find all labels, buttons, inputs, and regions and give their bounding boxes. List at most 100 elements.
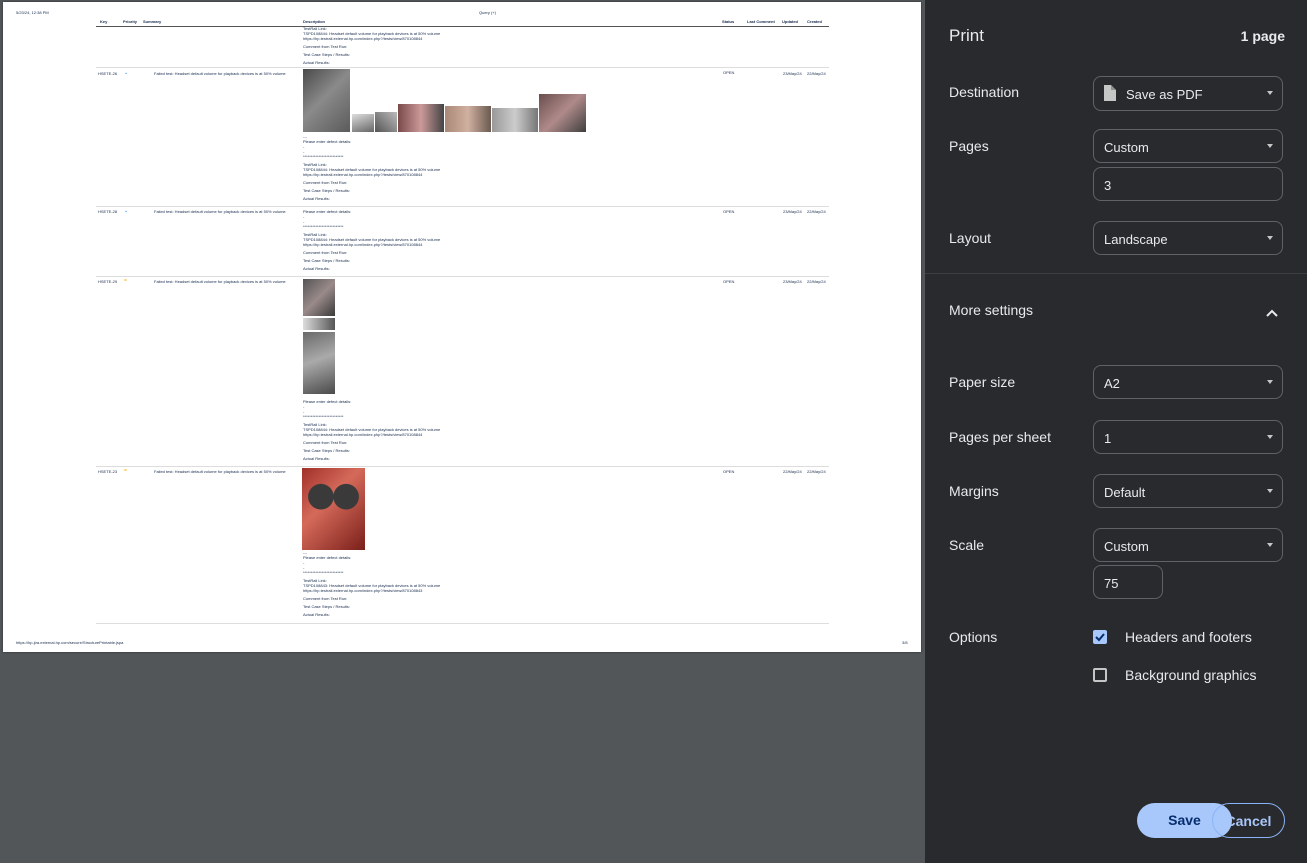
col-priority: Priority	[123, 19, 138, 24]
attachment-image	[445, 106, 491, 132]
destination-select[interactable]: Save as PDF	[1093, 76, 1283, 111]
headers-footers-label[interactable]: Headers and footers	[1125, 629, 1252, 645]
col-description: Description	[303, 19, 326, 24]
row-status: OPEN	[723, 209, 735, 214]
pages-value: Custom	[1104, 140, 1149, 155]
row-created: 22/May/24	[807, 209, 826, 214]
col-status: Status	[722, 19, 735, 24]
row-created: 22/May/24	[807, 469, 826, 474]
row-updated: 23/May/24	[783, 209, 802, 214]
section-divider	[925, 273, 1307, 274]
row-key: HSETE-23	[98, 469, 118, 474]
background-graphics-checkbox[interactable]	[1093, 668, 1107, 682]
col-updated: Updated	[782, 19, 798, 24]
layout-value: Landscape	[1104, 232, 1168, 247]
pages-label: Pages	[949, 138, 989, 154]
attachment-image	[492, 108, 538, 132]
row-key: HSETE-28	[98, 209, 118, 214]
row-key: HSETE-29	[98, 279, 118, 284]
paper-size-value: A2	[1104, 376, 1120, 391]
row-updated: 23/May/24	[783, 71, 802, 76]
layout-select[interactable]: Landscape	[1093, 221, 1283, 255]
row-description: Please enter defect details: - - *******…	[303, 209, 441, 271]
attachment-image	[303, 318, 335, 330]
paper-size-select[interactable]: A2	[1093, 365, 1283, 399]
scale-percent-value: 75	[1104, 576, 1119, 591]
pages-range-input[interactable]: 3	[1093, 167, 1283, 201]
destination-label: Destination	[949, 84, 1020, 100]
pages-range-value: 3	[1104, 178, 1112, 193]
dropdown-arrow-icon	[1267, 380, 1273, 384]
row-summary: Failed test: Headset default volume for …	[154, 209, 286, 214]
background-graphics-label[interactable]: Background graphics	[1125, 667, 1257, 683]
page-footer-url: https://hp-jira.external.hp.com/secure/S…	[16, 640, 124, 645]
dropdown-arrow-icon	[1267, 144, 1273, 148]
scale-select[interactable]: Custom	[1093, 528, 1283, 562]
print-preview-area: 5/23/24, 12:38 PM Query (+) Key Priority…	[0, 0, 925, 863]
row-divider	[96, 206, 829, 207]
dropdown-arrow-icon	[1267, 435, 1273, 439]
options-label: Options	[949, 629, 998, 645]
row-created: 22/May/24	[807, 279, 826, 284]
pages-per-sheet-label: Pages per sheet	[949, 429, 1051, 445]
row-summary: Failed test: Headset default volume for …	[154, 469, 286, 474]
document-icon	[1103, 85, 1116, 104]
more-settings-toggle[interactable]: More settings	[949, 302, 1033, 318]
scale-label: Scale	[949, 537, 985, 553]
dropdown-arrow-icon	[1267, 489, 1273, 493]
row-key: HSETE-26	[98, 71, 118, 76]
priority-medium-icon: =	[124, 468, 127, 474]
col-last-comment: Last Comment	[747, 19, 775, 24]
destination-value: Save as PDF	[1126, 87, 1203, 102]
paper-size-label: Paper size	[949, 374, 1016, 390]
attachment-image	[375, 112, 397, 132]
margins-value: Default	[1104, 485, 1146, 500]
pages-select[interactable]: Custom	[1093, 129, 1283, 163]
row-updated: 23/May/24	[783, 279, 802, 284]
row-divider	[96, 67, 829, 68]
scale-value: Custom	[1104, 539, 1149, 554]
attachment-image	[398, 104, 444, 132]
priority-medium-icon: =	[124, 278, 127, 284]
priority-low-icon: ⌄	[124, 70, 129, 76]
pages-per-sheet-select[interactable]: 1	[1093, 420, 1283, 454]
attachment-image	[303, 332, 335, 394]
dropdown-arrow-icon	[1267, 543, 1273, 547]
print-title: Print	[949, 26, 984, 45]
row-description: --- Please enter defect details: - - ***…	[303, 134, 441, 201]
col-key: Key	[100, 19, 108, 24]
pages-per-sheet-value: 1	[1104, 431, 1112, 446]
continued-description: TestRail Link: TSPD108844: Headset defau…	[303, 26, 441, 65]
page-footer-number: 3/8	[902, 640, 908, 645]
dropdown-arrow-icon	[1267, 236, 1273, 240]
chevron-up-icon[interactable]	[1266, 304, 1278, 322]
margins-label: Margins	[949, 483, 999, 499]
attachment-image	[302, 468, 365, 550]
attachment-image	[539, 94, 586, 132]
row-divider	[96, 466, 829, 467]
cancel-button[interactable]: Cancel	[1212, 803, 1285, 838]
attachment-image	[352, 114, 374, 132]
margins-select[interactable]: Default	[1093, 474, 1283, 508]
row-description: Please enter defect details: - - *******…	[303, 399, 441, 461]
row-description: --- Please enter defect details: - - ***…	[303, 550, 441, 617]
col-summary: Summary	[143, 19, 162, 24]
row-status: OPEN	[723, 70, 735, 75]
dropdown-arrow-icon	[1267, 91, 1273, 95]
attachment-image	[303, 69, 350, 132]
sheet-count: 1 page	[1240, 28, 1285, 44]
row-status: OPEN	[723, 279, 735, 284]
row-status: OPEN	[723, 469, 735, 474]
attachment-image	[303, 279, 335, 316]
page-header-title: Query (+)	[479, 10, 497, 15]
row-summary: Failed test: Headset default volume for …	[154, 279, 286, 284]
layout-label: Layout	[949, 230, 992, 246]
row-divider	[96, 623, 829, 624]
headers-footers-checkbox[interactable]	[1093, 630, 1107, 644]
checkmark-icon	[1095, 633, 1105, 642]
row-summary: Failed test: Headset default volume for …	[154, 71, 286, 76]
priority-lowest-icon: ⌄	[124, 208, 129, 214]
print-settings-panel: Print 1 page Destination Save as PDF Pag…	[925, 0, 1307, 863]
col-created: Created	[807, 19, 822, 24]
scale-percent-input[interactable]: 75	[1093, 565, 1163, 599]
